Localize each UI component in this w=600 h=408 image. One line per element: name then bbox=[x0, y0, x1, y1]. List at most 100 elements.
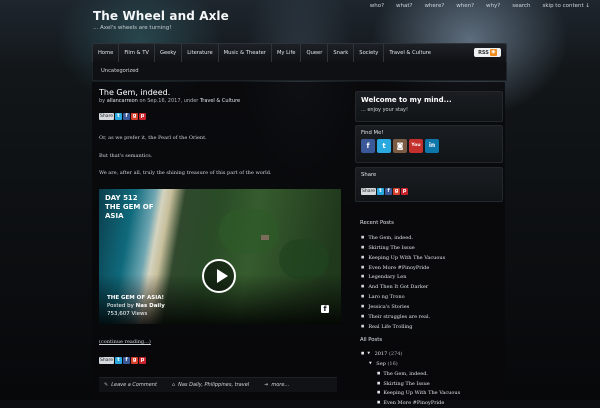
play-button[interactable] bbox=[202, 259, 236, 293]
archive-month-count: (16) bbox=[387, 360, 398, 367]
facebook-icon[interactable]: f bbox=[385, 188, 392, 195]
list-item[interactable]: Real Life Trolling bbox=[361, 322, 445, 332]
archive-post[interactable]: ■ Skirting The Issue bbox=[361, 379, 460, 389]
linkedin-icon[interactable]: in bbox=[425, 139, 439, 153]
instagram-icon[interactable]: ◙ bbox=[393, 139, 407, 153]
archive-year[interactable]: ■ ▼ 2017 (274) bbox=[361, 349, 460, 359]
pinterest-icon[interactable]: p bbox=[139, 357, 146, 364]
nav-item-geeky[interactable]: Geeky bbox=[155, 44, 183, 62]
social-links: f t ◙ You in bbox=[361, 139, 439, 153]
post-tags-links[interactable]: Nas Daily, Philippines, travel bbox=[178, 382, 249, 388]
list-item[interactable]: Their struggles are real. bbox=[361, 312, 445, 322]
googleplus-icon[interactable]: g bbox=[131, 113, 138, 120]
site-title[interactable]: The Wheel and Axle bbox=[93, 9, 229, 23]
facebook-icon[interactable]: f bbox=[123, 113, 130, 120]
list-item[interactable]: Laro ng Trono bbox=[361, 292, 445, 302]
top-nav-why[interactable]: why? bbox=[480, 3, 506, 9]
more-icon: ➜ bbox=[264, 382, 269, 388]
list-item[interactable]: Skirting The Issue bbox=[361, 243, 445, 253]
list-item[interactable]: Even More #PinoyPride bbox=[361, 263, 445, 273]
nav-item-society[interactable]: Society bbox=[354, 44, 385, 62]
rss-button[interactable]: RSS ◉ bbox=[474, 48, 501, 57]
twitter-icon[interactable]: t bbox=[115, 357, 122, 364]
top-nav-who[interactable]: who? bbox=[364, 3, 390, 9]
nav-item-literature[interactable]: Literature bbox=[182, 44, 219, 62]
googleplus-icon[interactable]: g bbox=[131, 357, 138, 364]
archive-post-label[interactable]: Keeping Up With The Vacuous bbox=[383, 390, 460, 396]
video-title[interactable]: THE GEM OF ASIA! bbox=[107, 295, 164, 301]
twitter-icon[interactable]: t bbox=[377, 188, 384, 195]
twitter-icon[interactable]: t bbox=[377, 139, 391, 153]
video-posted-by-name[interactable]: Nas Daily bbox=[136, 303, 165, 309]
facebook-icon[interactable]: f bbox=[321, 305, 329, 313]
expand-triangle-icon[interactable]: ▼ bbox=[369, 361, 372, 365]
top-nav-where[interactable]: where? bbox=[418, 3, 450, 9]
top-nav-what[interactable]: what? bbox=[390, 3, 418, 9]
top-nav-skip-to-content[interactable]: skip to content ↓ bbox=[536, 3, 596, 9]
post-paragraph: We are, after all, truly the shining tre… bbox=[99, 170, 272, 176]
archive-post[interactable]: ■ Keeping Up With The Vacuous bbox=[361, 388, 460, 398]
archive-month[interactable]: ▼ Sep (16) bbox=[361, 359, 460, 369]
share-label: Share bbox=[361, 188, 376, 195]
video-thumbnail-foliage bbox=[219, 209, 279, 254]
video-headline-day: DAY 512 bbox=[105, 194, 138, 202]
nav-item-film-tv[interactable]: Film & TV bbox=[119, 44, 155, 62]
archive-post-label[interactable]: Even More #PinoyPride bbox=[383, 400, 444, 406]
post-meta-by: by bbox=[99, 98, 106, 104]
bullet-icon: ■ bbox=[377, 370, 381, 375]
archive-month-label[interactable]: Sep bbox=[376, 361, 386, 367]
list-item[interactable]: Jessica's Stories bbox=[361, 302, 445, 312]
googleplus-icon[interactable]: g bbox=[393, 188, 400, 195]
post-share-top: Share t f g p bbox=[99, 113, 146, 120]
welcome-title: Welcome to my mind... bbox=[361, 96, 452, 104]
list-item[interactable]: Legendary Len bbox=[361, 272, 445, 282]
post-meta-on: on Sep.16, 2017, under bbox=[139, 98, 199, 104]
list-item[interactable]: And Then It Got Darker bbox=[361, 282, 445, 292]
find-me-widget: Find Me! f t ◙ You in bbox=[355, 125, 503, 163]
nav-item-snark[interactable]: Snark bbox=[328, 44, 355, 62]
list-item[interactable]: The Gem, indeed. bbox=[361, 233, 445, 243]
post-paragraph: But that's semantics. bbox=[99, 153, 153, 159]
leave-comment-link[interactable]: Leave a Comment bbox=[111, 382, 157, 388]
tag-icon: ⌂ bbox=[171, 382, 176, 388]
video-headline: DAY 512 THE GEM OF ASIA bbox=[105, 194, 154, 221]
video-embed[interactable]: DAY 512 THE GEM OF ASIA THE GEM OF ASIA!… bbox=[99, 189, 341, 324]
video-headline-line1: THE GEM OF bbox=[105, 203, 154, 211]
share-label: Share bbox=[99, 357, 114, 364]
post-author-link[interactable]: allancarreon bbox=[107, 98, 138, 104]
archive-tree: ■ ▼ 2017 (274) ▼ Sep (16) ■ The Gem, indee… bbox=[361, 349, 460, 408]
nav-item-my-life[interactable]: My Life bbox=[272, 44, 302, 62]
list-item[interactable]: Keeping Up With The Vacuous bbox=[361, 253, 445, 263]
welcome-subtitle: ... enjoy your stay! bbox=[361, 107, 409, 113]
post-category-link[interactable]: Travel & Culture bbox=[200, 98, 240, 104]
pinterest-icon[interactable]: p bbox=[139, 113, 146, 120]
archive-year-label[interactable]: 2017 bbox=[375, 351, 388, 357]
pinterest-icon[interactable]: p bbox=[401, 188, 408, 195]
twitter-icon[interactable]: t bbox=[115, 113, 122, 120]
nav-item-queer[interactable]: Queer bbox=[301, 44, 329, 62]
recent-posts-list: The Gem, indeed. Skirting The Issue Keep… bbox=[361, 233, 445, 332]
continue-reading-link[interactable]: (continue reading...) bbox=[99, 339, 151, 345]
video-headline-line2: ASIA bbox=[105, 212, 124, 220]
post-title[interactable]: The Gem, indeed. bbox=[99, 88, 170, 97]
top-nav-search[interactable]: search bbox=[506, 3, 536, 9]
find-me-title: Find Me! bbox=[361, 130, 384, 136]
archive-post-label[interactable]: The Gem, indeed. bbox=[383, 371, 428, 377]
video-views: 753,607 Views bbox=[107, 311, 148, 317]
video-thumbnail-foliage bbox=[279, 239, 329, 279]
youtube-icon[interactable]: You bbox=[409, 139, 423, 153]
nav-item-travel-culture[interactable]: Travel & Culture bbox=[384, 44, 436, 62]
top-nav-when[interactable]: when? bbox=[450, 3, 480, 9]
sub-nav-uncategorized[interactable]: Uncategorized bbox=[101, 68, 139, 74]
nav-item-home[interactable]: Home bbox=[93, 44, 120, 62]
expand-triangle-icon[interactable]: ▼ bbox=[367, 351, 370, 355]
archive-post[interactable]: ■ The Gem, indeed. bbox=[361, 369, 460, 379]
facebook-icon[interactable]: f bbox=[361, 139, 375, 153]
facebook-icon[interactable]: f bbox=[123, 357, 130, 364]
nav-item-music-theater[interactable]: Music & Theater bbox=[219, 44, 272, 62]
archive-post-label[interactable]: Skirting The Issue bbox=[383, 381, 429, 387]
sub-nav: Uncategorized bbox=[92, 62, 507, 81]
rss-label: RSS bbox=[478, 49, 489, 56]
post-paragraph: Or, as we prefer it, the Pearl of the Or… bbox=[99, 135, 207, 141]
more-link[interactable]: more... bbox=[271, 382, 289, 388]
